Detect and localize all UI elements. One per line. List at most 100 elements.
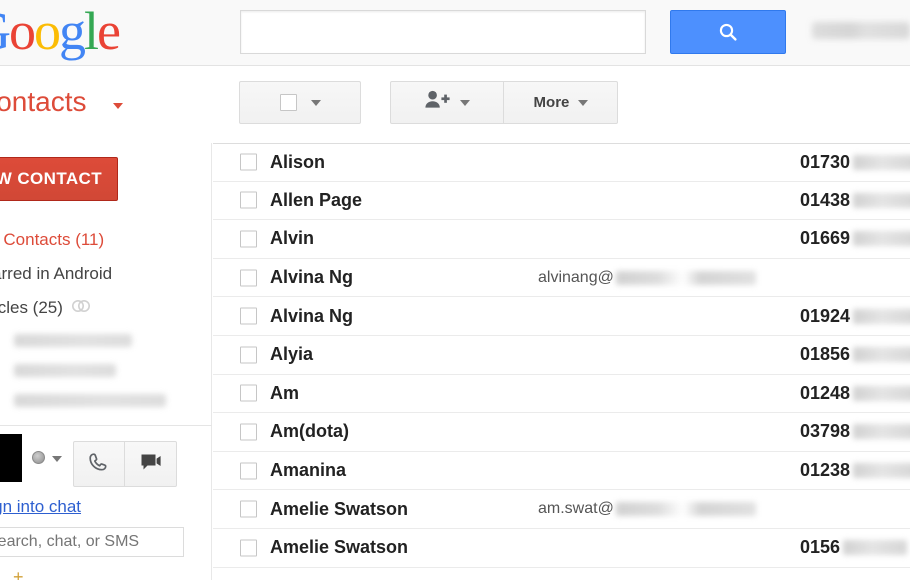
call-button-group	[73, 441, 177, 487]
sidebar-item-label: Starred in Android	[0, 264, 113, 283]
contact-name[interactable]: Amanina	[270, 460, 346, 481]
contact-phone[interactable]: 01438	[800, 190, 910, 211]
contact-phone[interactable]: 01730	[800, 152, 910, 173]
new-contact-button[interactable]: NEW CONTACT	[0, 157, 118, 201]
contact-phone[interactable]: 03798	[800, 421, 910, 442]
contact-name[interactable]: Alvina Ng	[270, 267, 353, 288]
row-checkbox[interactable]	[240, 191, 257, 209]
table-row[interactable]: Am(dota) 03798	[213, 413, 910, 452]
contact-phone[interactable]: 0156	[800, 537, 908, 558]
page-title[interactable]: Contacts	[0, 86, 87, 118]
search-icon	[717, 21, 739, 43]
obscured-phone-digits	[853, 231, 910, 247]
sign-into-chat-link[interactable]: Sign into chat	[0, 497, 81, 517]
status-dot-icon[interactable]	[32, 451, 45, 464]
row-checkbox[interactable]	[240, 462, 257, 480]
row-checkbox[interactable]	[240, 307, 257, 325]
more-button[interactable]: More	[504, 81, 619, 124]
google-logo[interactable]: Google	[0, 1, 121, 61]
table-row[interactable]: Amelie Swatson 0156	[213, 529, 910, 568]
sidebar: NEW CONTACT My Contacts (11) Starred in …	[0, 143, 212, 580]
logo-letter-e: e	[97, 1, 121, 61]
sidebar-item-label: Circles (25)	[0, 298, 63, 317]
sidebar-item-obscured[interactable]	[0, 355, 212, 385]
contact-list: Alison 01730 Allen Page 01438 Alvin 01669 Alvi…	[213, 143, 910, 580]
sidebar-item-my-contacts[interactable]: My Contacts (11)	[0, 223, 212, 257]
contact-phone[interactable]: 01238	[800, 460, 910, 481]
contact-phone-text: 01248	[800, 382, 851, 403]
google-contacts-app: Google Contacts	[0, 0, 910, 580]
row-checkbox[interactable]	[240, 539, 257, 557]
contact-phone-text: 01924	[800, 305, 851, 326]
contact-name[interactable]: Allen Page	[270, 190, 362, 211]
person-add-icon	[424, 89, 451, 116]
sidebar-item-obscured[interactable]	[0, 325, 212, 355]
table-row[interactable]: Alvin 01669	[213, 220, 910, 259]
sub-bar: Contacts	[0, 67, 910, 143]
sidebar-item-circles[interactable]: Circles (25)	[0, 291, 212, 325]
obscured-label	[14, 393, 166, 407]
chat-search-input[interactable]	[0, 527, 184, 557]
table-row[interactable]: Alyia 01856	[213, 336, 910, 375]
row-checkbox[interactable]	[240, 346, 257, 364]
contact-email[interactable]: alvinang@	[538, 269, 756, 287]
contact-phone[interactable]: 01669	[800, 228, 910, 249]
account-name-obscured[interactable]	[812, 22, 910, 39]
add-person-button[interactable]	[390, 81, 505, 124]
obscured-phone-digits	[843, 540, 908, 556]
table-row[interactable]: Alvina Ng alvinang@	[213, 259, 910, 298]
contact-name[interactable]: Amelie Swatson	[270, 499, 408, 520]
obscured-phone-digits	[853, 385, 910, 401]
chevron-down-icon[interactable]	[52, 456, 62, 462]
contact-name[interactable]: Amelie Swatson	[270, 537, 408, 558]
obscured-email-domain	[615, 270, 756, 285]
row-checkbox[interactable]	[240, 500, 257, 518]
table-row[interactable]: Amanina 01238	[213, 452, 910, 491]
contact-name[interactable]: Alvin	[270, 228, 314, 249]
chevron-down-icon[interactable]	[113, 103, 123, 109]
table-row[interactable]: Allen Page 01438	[213, 182, 910, 221]
contact-name[interactable]: Alison	[270, 152, 325, 173]
logo-letter-g: g	[59, 1, 86, 61]
table-row[interactable]: Am 01248	[213, 375, 910, 414]
video-chat-button[interactable]	[125, 441, 177, 487]
top-bar: Google	[0, 0, 910, 66]
contact-phone[interactable]: 01856	[800, 344, 910, 365]
contact-name[interactable]: Am(dota)	[270, 421, 349, 442]
toolbar-group: More	[390, 81, 619, 124]
select-all-button[interactable]	[239, 81, 361, 124]
row-checkbox[interactable]	[240, 153, 257, 171]
sidebar-item-label: My Contacts (11)	[0, 230, 105, 249]
add-chat-icon[interactable]: +	[13, 567, 24, 580]
phone-call-button[interactable]	[73, 441, 125, 487]
logo-letter-o2: o	[34, 1, 61, 61]
contact-email-text: alvinang@	[538, 268, 614, 286]
search-button[interactable]	[670, 10, 786, 54]
chevron-down-icon	[310, 99, 321, 106]
row-checkbox[interactable]	[240, 384, 257, 402]
contact-phone[interactable]: 01248	[800, 383, 910, 404]
contact-email[interactable]: am.swat@	[538, 500, 756, 518]
row-checkbox[interactable]	[240, 423, 257, 441]
obscured-phone-digits	[853, 308, 910, 324]
contact-name[interactable]: Alyia	[270, 344, 313, 365]
sidebar-item-starred-in-android[interactable]: Starred in Android	[0, 257, 212, 291]
row-checkbox[interactable]	[240, 230, 257, 248]
sidebar-item-obscured[interactable]	[0, 385, 212, 415]
contact-email-text: am.swat@	[538, 500, 614, 518]
contact-name[interactable]: Alvina Ng	[270, 306, 353, 327]
contact-phone-text: 01438	[800, 189, 851, 210]
table-row[interactable]: Amelie Swatson am.swat@	[213, 490, 910, 529]
table-row[interactable]: Alison 01730	[213, 143, 910, 182]
avatar[interactable]	[0, 434, 22, 482]
contact-phone[interactable]: 01924	[800, 306, 910, 327]
contact-phone-text: 03798	[800, 421, 851, 442]
table-row[interactable]: Alvina Ng 01924	[213, 297, 910, 336]
chevron-down-icon	[460, 99, 471, 106]
chevron-down-icon	[578, 99, 589, 106]
contact-name[interactable]: Am	[270, 383, 299, 404]
circles-icon	[71, 298, 91, 319]
search-input[interactable]	[240, 10, 646, 54]
row-checkbox[interactable]	[240, 269, 257, 287]
obscured-label	[14, 363, 116, 377]
